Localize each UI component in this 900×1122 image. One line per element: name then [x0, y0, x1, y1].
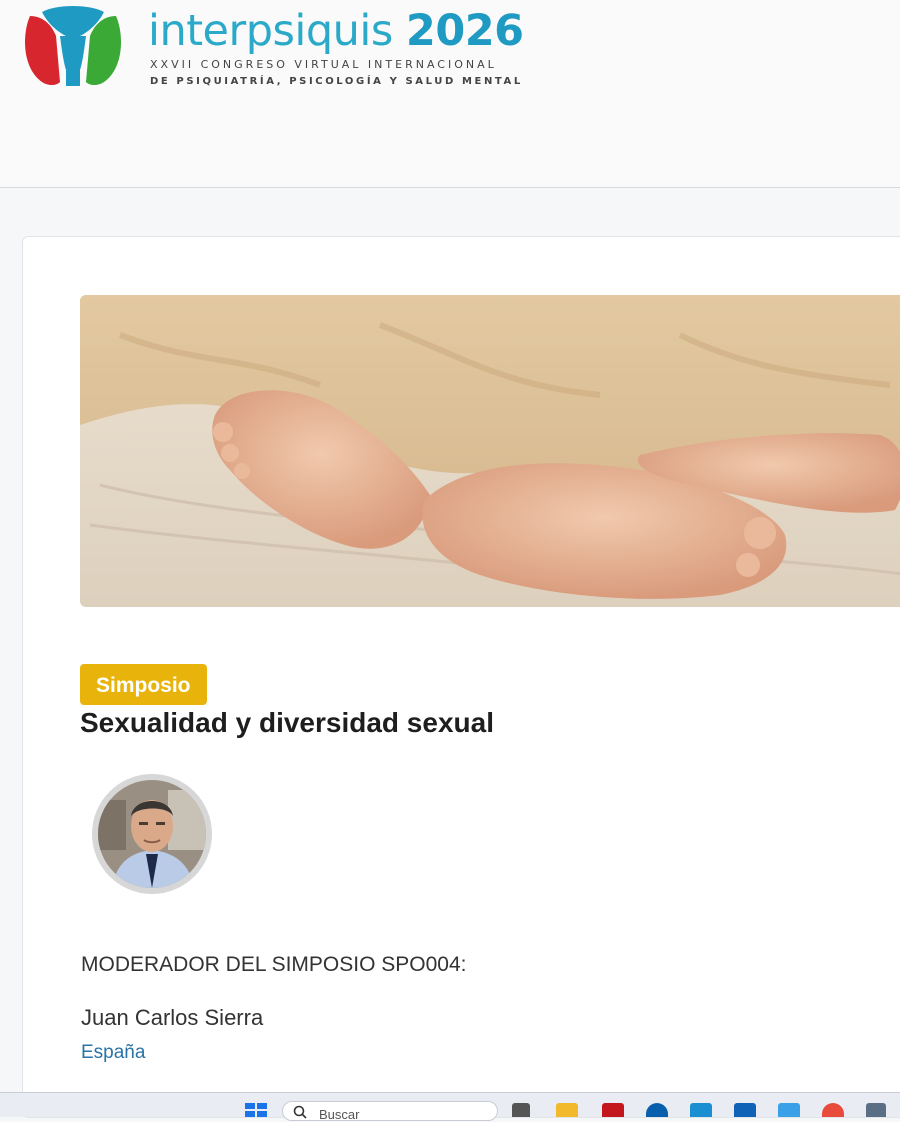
logo-subtitle-line1: XXVII CONGRESO VIRTUAL INTERNACIONAL — [150, 58, 497, 71]
moderator-photo — [98, 780, 206, 888]
outlook-icon[interactable] — [734, 1103, 756, 1117]
site-header: interpsiquis 2026 XXVII CONGRESO VIRTUAL… — [0, 0, 900, 188]
session-hero-image — [80, 295, 900, 607]
hp-icon[interactable] — [646, 1103, 668, 1117]
session-type-badge: Simposio — [80, 664, 207, 705]
logo-subtitle-line2: DE PSIQUIATRÍA, PSICOLOGÍA Y SALUD MENTA… — [150, 76, 523, 87]
windows-taskbar: Buscar — [0, 1092, 900, 1122]
logo-year: 2026 — [405, 6, 524, 56]
taskbar-search-box[interactable]: Buscar — [282, 1101, 498, 1122]
session-title: Sexualidad y diversidad sexual — [80, 707, 494, 738]
chrome-icon[interactable] — [822, 1103, 844, 1117]
moderator-name[interactable]: Juan Carlos Sierra — [81, 1005, 263, 1031]
app-icon-red[interactable] — [602, 1103, 624, 1117]
app-icon-blue-2[interactable] — [778, 1103, 800, 1117]
moderator-avatar[interactable] — [92, 774, 212, 894]
logo-name: interpsiquis — [148, 6, 393, 56]
task-view-icon[interactable] — [512, 1103, 530, 1117]
moderator-role-label: MODERADOR DEL SIMPOSIO SPO004: — [81, 953, 467, 976]
logo-wordmark[interactable]: interpsiquis 2026 — [148, 6, 524, 56]
windows-start-icon[interactable] — [245, 1103, 267, 1117]
moderator-country: España — [81, 1042, 146, 1063]
calculator-icon[interactable] — [866, 1103, 886, 1117]
interpsiquis-logo-icon[interactable] — [22, 6, 124, 88]
search-icon — [293, 1105, 307, 1119]
search-placeholder: Buscar — [319, 1107, 360, 1122]
app-icon-blue[interactable] — [690, 1103, 712, 1117]
file-explorer-icon[interactable] — [556, 1103, 578, 1117]
